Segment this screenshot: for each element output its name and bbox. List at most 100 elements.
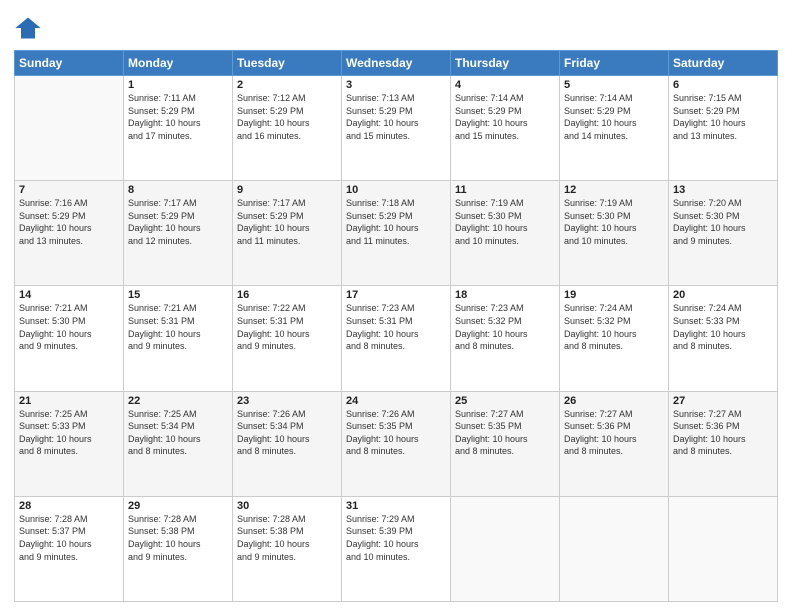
calendar-cell: 27Sunrise: 7:27 AM Sunset: 5:36 PM Dayli… bbox=[669, 391, 778, 496]
calendar-header-row: SundayMondayTuesdayWednesdayThursdayFrid… bbox=[15, 51, 778, 76]
day-number: 26 bbox=[564, 395, 664, 407]
calendar-cell: 26Sunrise: 7:27 AM Sunset: 5:36 PM Dayli… bbox=[560, 391, 669, 496]
calendar-cell bbox=[451, 496, 560, 601]
calendar-cell: 28Sunrise: 7:28 AM Sunset: 5:37 PM Dayli… bbox=[15, 496, 124, 601]
day-info: Sunrise: 7:27 AM Sunset: 5:36 PM Dayligh… bbox=[673, 408, 773, 458]
calendar-week-row: 14Sunrise: 7:21 AM Sunset: 5:30 PM Dayli… bbox=[15, 286, 778, 391]
calendar-cell: 23Sunrise: 7:26 AM Sunset: 5:34 PM Dayli… bbox=[233, 391, 342, 496]
calendar-cell: 21Sunrise: 7:25 AM Sunset: 5:33 PM Dayli… bbox=[15, 391, 124, 496]
day-number: 24 bbox=[346, 395, 446, 407]
day-number: 11 bbox=[455, 184, 555, 196]
logo bbox=[14, 14, 46, 42]
calendar-week-row: 7Sunrise: 7:16 AM Sunset: 5:29 PM Daylig… bbox=[15, 181, 778, 286]
day-number: 30 bbox=[237, 500, 337, 512]
day-info: Sunrise: 7:24 AM Sunset: 5:32 PM Dayligh… bbox=[564, 302, 664, 352]
day-info: Sunrise: 7:11 AM Sunset: 5:29 PM Dayligh… bbox=[128, 92, 228, 142]
day-info: Sunrise: 7:27 AM Sunset: 5:36 PM Dayligh… bbox=[564, 408, 664, 458]
calendar-cell bbox=[15, 76, 124, 181]
day-number: 23 bbox=[237, 395, 337, 407]
calendar-week-row: 28Sunrise: 7:28 AM Sunset: 5:37 PM Dayli… bbox=[15, 496, 778, 601]
day-header-friday: Friday bbox=[560, 51, 669, 76]
day-header-tuesday: Tuesday bbox=[233, 51, 342, 76]
day-info: Sunrise: 7:23 AM Sunset: 5:32 PM Dayligh… bbox=[455, 302, 555, 352]
day-info: Sunrise: 7:17 AM Sunset: 5:29 PM Dayligh… bbox=[237, 197, 337, 247]
day-info: Sunrise: 7:14 AM Sunset: 5:29 PM Dayligh… bbox=[564, 92, 664, 142]
calendar-week-row: 1Sunrise: 7:11 AM Sunset: 5:29 PM Daylig… bbox=[15, 76, 778, 181]
day-info: Sunrise: 7:28 AM Sunset: 5:37 PM Dayligh… bbox=[19, 513, 119, 563]
calendar-cell: 22Sunrise: 7:25 AM Sunset: 5:34 PM Dayli… bbox=[124, 391, 233, 496]
calendar-cell: 20Sunrise: 7:24 AM Sunset: 5:33 PM Dayli… bbox=[669, 286, 778, 391]
calendar-cell: 15Sunrise: 7:21 AM Sunset: 5:31 PM Dayli… bbox=[124, 286, 233, 391]
day-info: Sunrise: 7:16 AM Sunset: 5:29 PM Dayligh… bbox=[19, 197, 119, 247]
day-info: Sunrise: 7:23 AM Sunset: 5:31 PM Dayligh… bbox=[346, 302, 446, 352]
calendar-cell: 29Sunrise: 7:28 AM Sunset: 5:38 PM Dayli… bbox=[124, 496, 233, 601]
day-number: 5 bbox=[564, 79, 664, 91]
calendar-cell bbox=[669, 496, 778, 601]
calendar-cell: 31Sunrise: 7:29 AM Sunset: 5:39 PM Dayli… bbox=[342, 496, 451, 601]
day-number: 18 bbox=[455, 289, 555, 301]
calendar-cell: 3Sunrise: 7:13 AM Sunset: 5:29 PM Daylig… bbox=[342, 76, 451, 181]
day-number: 4 bbox=[455, 79, 555, 91]
day-info: Sunrise: 7:25 AM Sunset: 5:34 PM Dayligh… bbox=[128, 408, 228, 458]
calendar-cell: 12Sunrise: 7:19 AM Sunset: 5:30 PM Dayli… bbox=[560, 181, 669, 286]
calendar-cell: 24Sunrise: 7:26 AM Sunset: 5:35 PM Dayli… bbox=[342, 391, 451, 496]
day-number: 21 bbox=[19, 395, 119, 407]
day-header-monday: Monday bbox=[124, 51, 233, 76]
day-number: 16 bbox=[237, 289, 337, 301]
day-info: Sunrise: 7:26 AM Sunset: 5:35 PM Dayligh… bbox=[346, 408, 446, 458]
calendar-cell: 4Sunrise: 7:14 AM Sunset: 5:29 PM Daylig… bbox=[451, 76, 560, 181]
day-info: Sunrise: 7:26 AM Sunset: 5:34 PM Dayligh… bbox=[237, 408, 337, 458]
day-number: 27 bbox=[673, 395, 773, 407]
header bbox=[14, 10, 778, 42]
calendar-week-row: 21Sunrise: 7:25 AM Sunset: 5:33 PM Dayli… bbox=[15, 391, 778, 496]
day-info: Sunrise: 7:28 AM Sunset: 5:38 PM Dayligh… bbox=[128, 513, 228, 563]
day-info: Sunrise: 7:14 AM Sunset: 5:29 PM Dayligh… bbox=[455, 92, 555, 142]
day-header-saturday: Saturday bbox=[669, 51, 778, 76]
day-number: 20 bbox=[673, 289, 773, 301]
calendar-cell: 11Sunrise: 7:19 AM Sunset: 5:30 PM Dayli… bbox=[451, 181, 560, 286]
day-info: Sunrise: 7:19 AM Sunset: 5:30 PM Dayligh… bbox=[455, 197, 555, 247]
day-info: Sunrise: 7:15 AM Sunset: 5:29 PM Dayligh… bbox=[673, 92, 773, 142]
day-info: Sunrise: 7:20 AM Sunset: 5:30 PM Dayligh… bbox=[673, 197, 773, 247]
day-info: Sunrise: 7:24 AM Sunset: 5:33 PM Dayligh… bbox=[673, 302, 773, 352]
calendar-cell: 30Sunrise: 7:28 AM Sunset: 5:38 PM Dayli… bbox=[233, 496, 342, 601]
day-number: 15 bbox=[128, 289, 228, 301]
day-number: 25 bbox=[455, 395, 555, 407]
day-number: 31 bbox=[346, 500, 446, 512]
day-number: 13 bbox=[673, 184, 773, 196]
day-header-wednesday: Wednesday bbox=[342, 51, 451, 76]
day-number: 17 bbox=[346, 289, 446, 301]
day-number: 29 bbox=[128, 500, 228, 512]
calendar-table: SundayMondayTuesdayWednesdayThursdayFrid… bbox=[14, 50, 778, 602]
day-header-thursday: Thursday bbox=[451, 51, 560, 76]
calendar-cell: 25Sunrise: 7:27 AM Sunset: 5:35 PM Dayli… bbox=[451, 391, 560, 496]
day-number: 3 bbox=[346, 79, 446, 91]
day-number: 9 bbox=[237, 184, 337, 196]
calendar-cell: 14Sunrise: 7:21 AM Sunset: 5:30 PM Dayli… bbox=[15, 286, 124, 391]
calendar-cell: 2Sunrise: 7:12 AM Sunset: 5:29 PM Daylig… bbox=[233, 76, 342, 181]
day-info: Sunrise: 7:12 AM Sunset: 5:29 PM Dayligh… bbox=[237, 92, 337, 142]
day-header-sunday: Sunday bbox=[15, 51, 124, 76]
calendar-cell: 7Sunrise: 7:16 AM Sunset: 5:29 PM Daylig… bbox=[15, 181, 124, 286]
day-number: 19 bbox=[564, 289, 664, 301]
day-number: 12 bbox=[564, 184, 664, 196]
day-number: 7 bbox=[19, 184, 119, 196]
calendar-cell: 17Sunrise: 7:23 AM Sunset: 5:31 PM Dayli… bbox=[342, 286, 451, 391]
day-info: Sunrise: 7:22 AM Sunset: 5:31 PM Dayligh… bbox=[237, 302, 337, 352]
day-info: Sunrise: 7:13 AM Sunset: 5:29 PM Dayligh… bbox=[346, 92, 446, 142]
calendar-cell: 5Sunrise: 7:14 AM Sunset: 5:29 PM Daylig… bbox=[560, 76, 669, 181]
day-info: Sunrise: 7:21 AM Sunset: 5:31 PM Dayligh… bbox=[128, 302, 228, 352]
day-number: 8 bbox=[128, 184, 228, 196]
day-info: Sunrise: 7:29 AM Sunset: 5:39 PM Dayligh… bbox=[346, 513, 446, 563]
calendar-cell: 6Sunrise: 7:15 AM Sunset: 5:29 PM Daylig… bbox=[669, 76, 778, 181]
day-info: Sunrise: 7:27 AM Sunset: 5:35 PM Dayligh… bbox=[455, 408, 555, 458]
calendar-cell: 19Sunrise: 7:24 AM Sunset: 5:32 PM Dayli… bbox=[560, 286, 669, 391]
day-number: 1 bbox=[128, 79, 228, 91]
day-number: 10 bbox=[346, 184, 446, 196]
day-number: 28 bbox=[19, 500, 119, 512]
calendar-cell bbox=[560, 496, 669, 601]
day-info: Sunrise: 7:25 AM Sunset: 5:33 PM Dayligh… bbox=[19, 408, 119, 458]
calendar-cell: 8Sunrise: 7:17 AM Sunset: 5:29 PM Daylig… bbox=[124, 181, 233, 286]
day-info: Sunrise: 7:28 AM Sunset: 5:38 PM Dayligh… bbox=[237, 513, 337, 563]
calendar-cell: 18Sunrise: 7:23 AM Sunset: 5:32 PM Dayli… bbox=[451, 286, 560, 391]
